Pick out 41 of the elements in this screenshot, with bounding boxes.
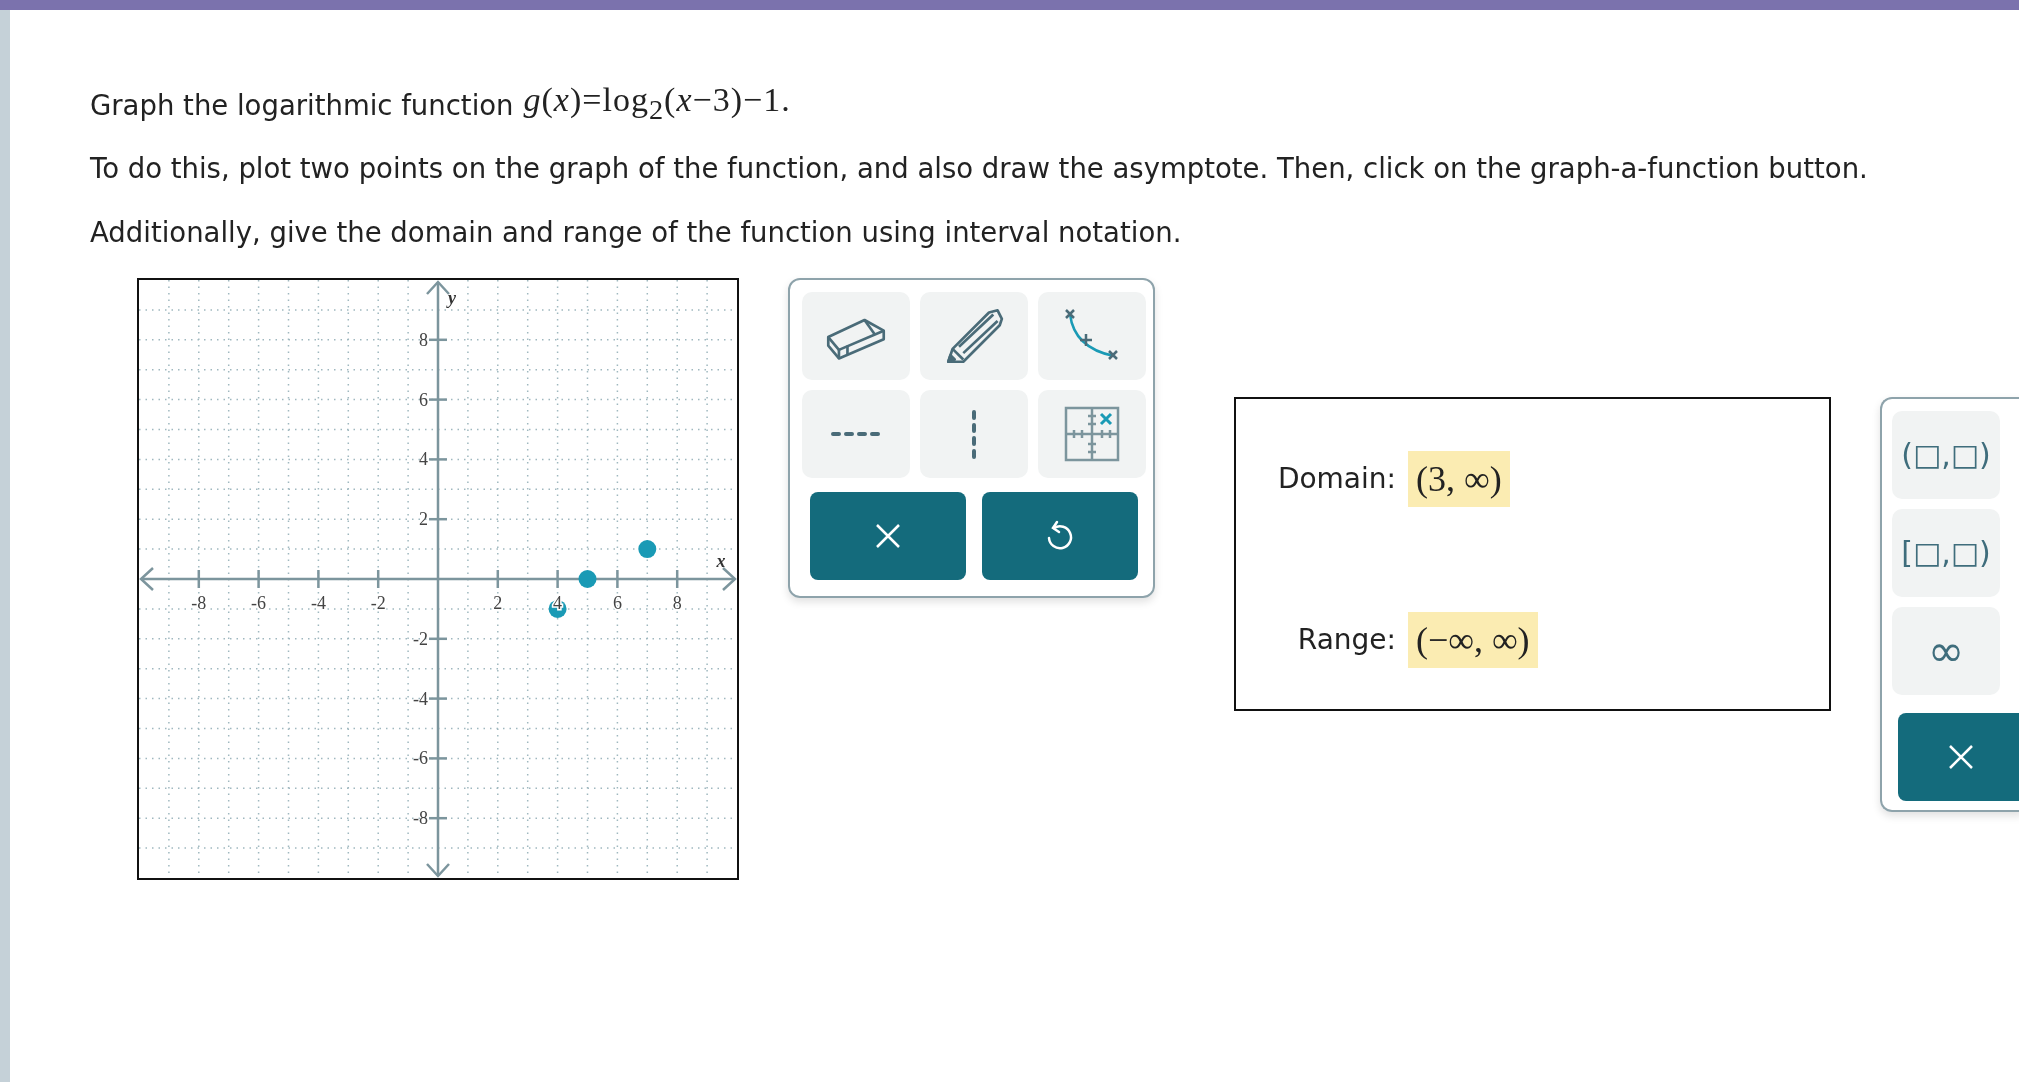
tick-label: -4 (310, 592, 326, 613)
instruction-text: Additionally, give the domain and range of the function using interval notation. (90, 214, 1182, 250)
tick-label: 6 (612, 592, 622, 613)
question-text: Graph the logarithmic function (90, 87, 514, 123)
grid-point-icon (1064, 405, 1120, 462)
tick-label: -6 (413, 748, 428, 769)
clear-button[interactable] (810, 491, 966, 580)
keypad-close-button[interactable] (1898, 712, 2019, 801)
answer-field[interactable]: (−∞, ∞) (1408, 611, 1538, 668)
tick-label: -4 (413, 688, 428, 709)
eraser-button[interactable] (802, 291, 910, 380)
tick-label: 2 (419, 509, 428, 529)
tick-label: 8 (419, 329, 428, 350)
tick-label: -8 (191, 592, 207, 613)
vertical-dashed-line-icon (971, 408, 977, 459)
undo-button[interactable] (982, 491, 1138, 580)
answer-label: Range: (1297, 623, 1396, 657)
undo-icon (1046, 519, 1074, 552)
answer-label: Domain: (1277, 462, 1396, 496)
formula: g(x)=log$_{2}$(x−3)−1. (523, 82, 791, 127)
grid-point-button[interactable] (1038, 389, 1146, 478)
tick-label: 6 (419, 389, 428, 410)
horizontal-dashed-line-icon (830, 430, 882, 437)
close-icon (1947, 743, 1974, 770)
keypad-key[interactable]: ∞ (1892, 606, 2000, 695)
answer-field[interactable]: (3, ∞) (1408, 450, 1510, 507)
tick-label: -6 (251, 592, 267, 613)
close-icon (875, 522, 901, 549)
instruction-text: To do this, plot two points on the graph of the function, and also draw the asymptote. Then, click on the graph-a-function button. (90, 150, 1868, 186)
axis-label: x (716, 550, 726, 571)
axis-label: y (448, 287, 456, 308)
pencil-button[interactable] (920, 291, 1028, 380)
keypad-key[interactable]: (□,□) (1892, 410, 2000, 499)
tick-label: -8 (413, 808, 428, 828)
keypad-key[interactable]: [□,□) (1892, 508, 2000, 597)
tick-label: -2 (370, 592, 386, 613)
tick-label: 2 (493, 592, 503, 613)
tick-label: -2 (413, 628, 428, 649)
curve-button[interactable] (1038, 291, 1146, 380)
tick-label: 8 (672, 592, 682, 613)
tick-label: 4 (419, 449, 428, 470)
